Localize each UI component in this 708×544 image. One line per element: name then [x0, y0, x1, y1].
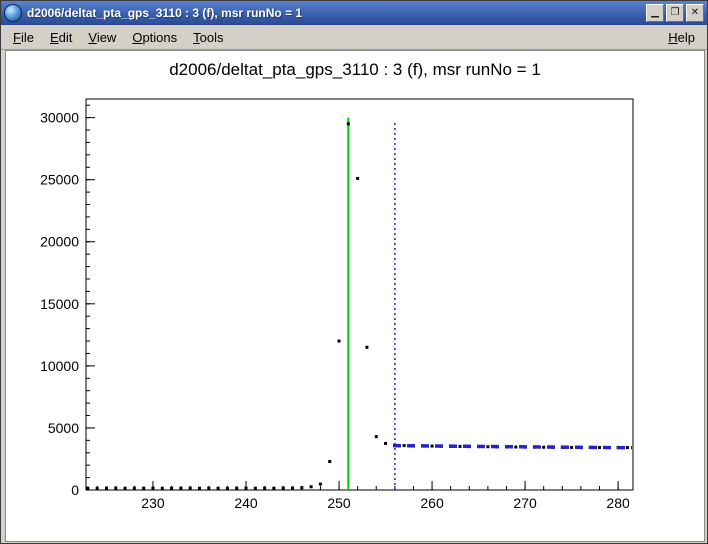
data-point: [542, 446, 545, 449]
plot-svg: 230 240 250 260 270 280 0 5000 10000 15000 20000 25…: [6, 51, 704, 541]
x-tick-label: 240: [234, 495, 258, 511]
close-button[interactable]: ✕: [686, 4, 704, 22]
maximize-button[interactable]: ❐: [666, 4, 684, 22]
data-point: [458, 445, 461, 448]
app-icon: [4, 4, 22, 22]
plot-canvas[interactable]: d2006/deltat_pta_gps_3110 : 3 (f), msr r…: [5, 50, 705, 542]
y-tick-label: 20000: [40, 234, 79, 250]
data-point: [356, 177, 359, 180]
data-point: [300, 486, 303, 489]
app-window: d2006/deltat_pta_gps_3110 : 3 (f), msr r…: [0, 0, 708, 544]
data-point: [403, 444, 406, 447]
data-point: [217, 487, 220, 490]
data-point: [272, 487, 275, 490]
data-point: [114, 487, 117, 490]
menu-tools[interactable]: Tools: [185, 27, 231, 48]
data-point: [328, 460, 331, 463]
y-tick-label: 5000: [48, 420, 79, 436]
window-title: d2006/deltat_pta_gps_3110 : 3 (f), msr r…: [27, 6, 641, 20]
data-point: [365, 346, 368, 349]
data-point: [142, 487, 145, 490]
data-point: [431, 445, 434, 448]
x-tick-label: 230: [141, 495, 165, 511]
titlebar[interactable]: d2006/deltat_pta_gps_3110 : 3 (f), msr r…: [1, 1, 707, 25]
y-tick-label: 25000: [40, 172, 79, 188]
y-tick-label: 30000: [40, 110, 79, 126]
data-point: [338, 340, 341, 343]
data-point: [245, 487, 248, 490]
data-point: [347, 122, 350, 125]
theory-line: [393, 446, 632, 448]
y-tick-label: 15000: [40, 296, 79, 312]
data-point: [124, 487, 127, 490]
data-point: [254, 487, 257, 490]
data-point: [170, 487, 173, 490]
data-point: [198, 487, 201, 490]
data-point: [570, 446, 573, 449]
x-tick-label: 250: [327, 495, 351, 511]
data-point: [375, 435, 378, 438]
data-point: [626, 446, 629, 449]
data-point: [226, 487, 229, 490]
menubar: FileEditViewOptionsTools Help: [1, 25, 707, 50]
plot-frame: [86, 99, 633, 490]
data-point: [179, 487, 182, 490]
data-point: [105, 487, 108, 490]
menu-file[interactable]: File: [5, 27, 42, 48]
menu-items: FileEditViewOptionsTools: [5, 27, 232, 48]
data-point: [151, 487, 154, 490]
data-point: [161, 487, 164, 490]
x-tick-label: 270: [513, 495, 537, 511]
data-point: [86, 487, 89, 490]
data-point: [384, 442, 387, 445]
data-point: [133, 487, 136, 490]
x-tick-label: 280: [606, 495, 630, 511]
window-controls: ▁ ❐ ✕: [646, 4, 704, 22]
data-point: [207, 487, 210, 490]
minimize-button[interactable]: ▁: [646, 4, 664, 22]
data-point: [514, 446, 517, 449]
data-point: [96, 487, 99, 490]
menu-help[interactable]: Help: [660, 27, 703, 48]
data-point: [486, 445, 489, 448]
y-tick-label: 0: [71, 482, 79, 498]
menu-right-items: Help: [660, 27, 703, 48]
data-point: [319, 483, 322, 486]
data-point: [598, 446, 601, 449]
data-point: [310, 485, 313, 488]
menu-view[interactable]: View: [80, 27, 124, 48]
x-tick-label: 260: [420, 495, 444, 511]
menu-options[interactable]: Options: [124, 27, 185, 48]
data-point: [263, 487, 266, 490]
data-point: [291, 486, 294, 489]
data-point: [282, 487, 285, 490]
data-point: [235, 487, 238, 490]
y-tick-label: 10000: [40, 358, 79, 374]
menu-edit[interactable]: Edit: [42, 27, 80, 48]
data-point: [189, 487, 192, 490]
